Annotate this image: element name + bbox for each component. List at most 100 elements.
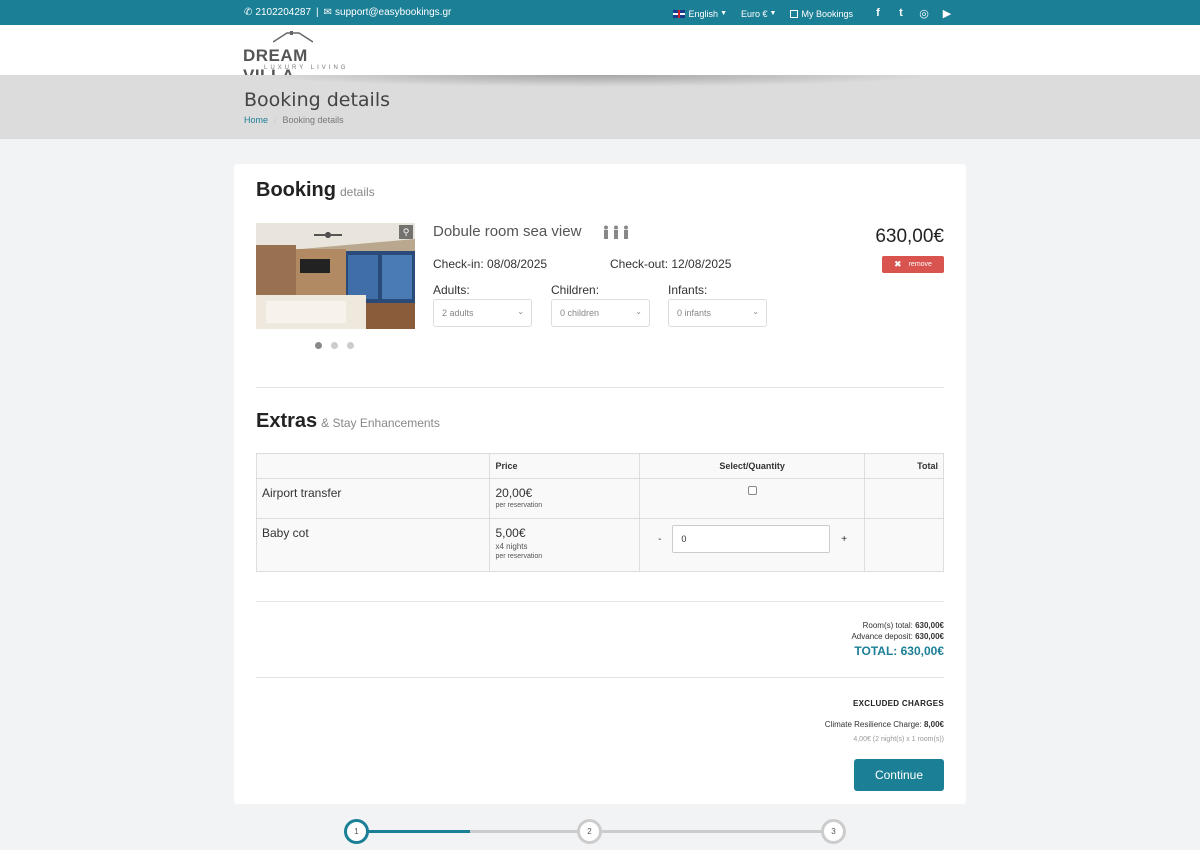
- checkout-date: Check-out: 12/08/2025: [610, 257, 732, 271]
- contact-info: ✆ 2102204287 | ✉ support@easybookings.gr: [244, 7, 451, 18]
- deposit-label: Advance deposit:: [851, 632, 913, 641]
- photo-carousel-dots: [315, 342, 354, 349]
- airport-transfer-checkbox[interactable]: [747, 486, 757, 495]
- decrement-button[interactable]: -: [658, 534, 661, 545]
- carousel-dot[interactable]: [315, 342, 322, 349]
- extra-name-cell: Airport transfer: [255, 478, 491, 519]
- column-header-name: [255, 453, 491, 479]
- booking-progress-steps: 1 2 3: [344, 819, 846, 845]
- room-name: Dobule room sea view: [433, 223, 582, 240]
- infants-select-value: 0 infants: [677, 308, 712, 318]
- booking-card: Booking details ⚲ Dobule room sea view C…: [234, 164, 966, 804]
- booking-subtitle: details: [340, 185, 375, 199]
- page-title-band: Booking details Home / Booking details: [0, 75, 1200, 139]
- infants-label: Infants:: [668, 283, 708, 297]
- excluded-charge-label: Climate Resilience Charge:: [824, 720, 922, 729]
- extra-price-cell: 5,00€ x4 nights per reservation: [489, 518, 641, 572]
- guests-icon: [602, 225, 632, 242]
- step-2: 2: [577, 819, 602, 844]
- my-bookings-label: My Bookings: [801, 8, 853, 19]
- extra-price-note: per reservation: [495, 502, 543, 509]
- email-icon: ✉: [323, 7, 333, 18]
- phone-number[interactable]: 2102204287: [255, 7, 311, 18]
- progress-line: [470, 830, 580, 833]
- column-header-total: Total: [864, 453, 944, 479]
- increment-button[interactable]: +: [841, 534, 847, 545]
- table-row: Airport transfer 20,00€ per reservation: [255, 478, 944, 519]
- currency-selector[interactable]: Euro € ▼: [741, 9, 776, 19]
- site-header: DREAM VILLA LUXURY LIVING: [0, 25, 1200, 85]
- children-select[interactable]: 0 children ⌄: [551, 299, 650, 327]
- facebook-icon[interactable]: f: [873, 7, 883, 20]
- infants-select[interactable]: 0 infants ⌄: [668, 299, 767, 327]
- quantity-input[interactable]: 0: [672, 525, 831, 553]
- divider: [256, 387, 944, 388]
- rooms-total-value: 630,00€: [915, 621, 944, 630]
- breadcrumb-current: Booking details: [282, 115, 344, 125]
- step-3: 3: [821, 819, 846, 844]
- top-bar-actions: English ▼ Euro € ▼ My Bookings f t ◎ ▶: [659, 7, 952, 20]
- language-selector[interactable]: English ▼: [672, 8, 727, 19]
- adults-select[interactable]: 2 adults ⌄: [433, 299, 532, 327]
- divider: [256, 601, 944, 602]
- roof-icon: [273, 31, 313, 43]
- excluded-charge-value: 8,00€: [923, 720, 944, 729]
- excluded-charge-detail: 4,00€ (2 night(s) x 1 room(s)): [853, 736, 944, 743]
- quantity-stepper: - 0 +: [645, 525, 859, 553]
- chevron-down-icon: ⌄: [635, 307, 642, 316]
- room-price: 630,00€: [875, 226, 944, 247]
- extras-table: Price Select/Quantity Total Airport tran…: [255, 453, 944, 572]
- rooms-total-label: Room(s) total:: [862, 621, 913, 630]
- extra-name-cell: Baby cot: [255, 518, 491, 572]
- site-logo[interactable]: DREAM VILLA LUXURY LIVING: [243, 31, 353, 85]
- remove-room-button[interactable]: ✖ remove: [882, 256, 944, 273]
- children-label: Children:: [551, 283, 600, 297]
- logo-tagline: LUXURY LIVING: [264, 65, 349, 71]
- progress-line-active: [364, 830, 470, 833]
- rooms-total-line: Room(s) total: 630,00€: [851, 620, 944, 631]
- extras-title: Extras: [256, 410, 318, 432]
- contact-separator: |: [316, 7, 319, 18]
- divider: [256, 677, 944, 678]
- room-photo[interactable]: ⚲: [256, 223, 415, 329]
- calendar-icon: [790, 9, 799, 18]
- column-header-select: Select/Quantity: [639, 453, 866, 479]
- extra-price-note: per reservation: [495, 553, 543, 560]
- chevron-down-icon: ⌄: [517, 307, 524, 316]
- adults-select-value: 2 adults: [442, 308, 474, 318]
- phone-icon: ✆: [244, 7, 253, 18]
- breadcrumb-home[interactable]: Home: [244, 115, 268, 125]
- extra-price: 5,00€: [495, 526, 526, 540]
- caret-down-icon: ▼: [769, 10, 777, 17]
- carousel-dot[interactable]: [347, 342, 354, 349]
- breadcrumb-separator: /: [274, 115, 277, 125]
- continue-button[interactable]: Continue: [854, 759, 944, 791]
- carousel-dot[interactable]: [331, 342, 338, 349]
- email-address[interactable]: support@easybookings.gr: [335, 7, 451, 18]
- page-title: Booking details: [244, 89, 391, 111]
- excluded-charge-line: Climate Resilience Charge: 8,00€: [825, 720, 944, 729]
- chevron-down-icon: ⌄: [752, 307, 759, 316]
- children-select-value: 0 children: [560, 308, 600, 318]
- table-row: Baby cot 5,00€ x4 nights per reservation…: [255, 518, 944, 572]
- column-header-price: Price: [489, 453, 641, 479]
- booking-section-title: Booking details: [256, 179, 375, 202]
- totals-summary: Room(s) total: 630,00€ Advance deposit: …: [851, 620, 944, 658]
- booking-title: Booking: [256, 179, 336, 201]
- table-header-row: Price Select/Quantity Total: [255, 453, 944, 479]
- language-label: English: [688, 8, 719, 19]
- youtube-icon[interactable]: ▶: [942, 7, 952, 20]
- deposit-value: 630,00€: [915, 632, 944, 641]
- extras-section-title: Extras & Stay Enhancements: [256, 410, 440, 433]
- twitter-icon[interactable]: t: [896, 7, 906, 20]
- header-shadow: [250, 75, 940, 87]
- excluded-charges-title: EXCLUDED CHARGES: [852, 699, 944, 708]
- zoom-icon[interactable]: ⚲: [399, 225, 413, 239]
- breadcrumb: Home / Booking details: [244, 115, 344, 125]
- instagram-icon[interactable]: ◎: [919, 7, 929, 20]
- extra-price-cell: 20,00€ per reservation: [489, 478, 641, 519]
- my-bookings-link[interactable]: My Bookings: [790, 9, 853, 19]
- remove-label: remove: [908, 261, 932, 268]
- extra-total-cell: [864, 518, 944, 572]
- top-bar: ✆ 2102204287 | ✉ support@easybookings.gr…: [0, 0, 1200, 25]
